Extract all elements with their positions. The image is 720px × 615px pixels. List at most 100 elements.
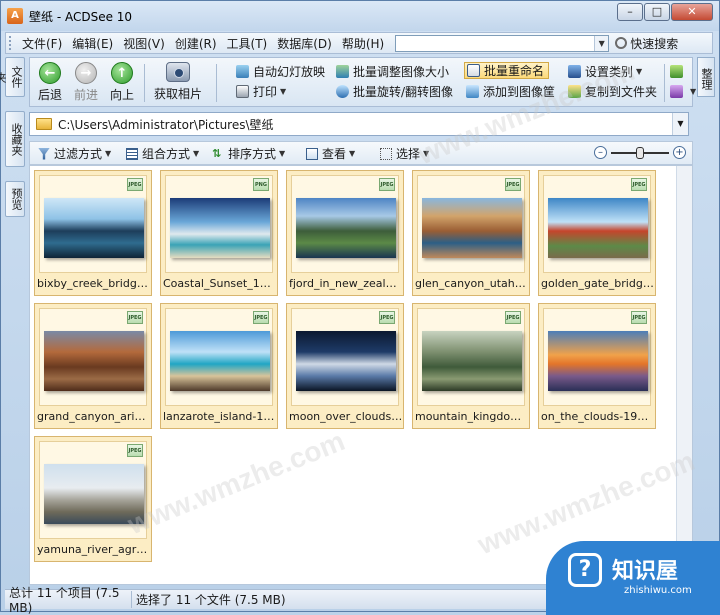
thumbnail-frame: JPEG — [417, 175, 525, 273]
forward-button[interactable]: → 前进 — [68, 62, 104, 103]
quick-search-button[interactable]: 快速搜索 — [615, 35, 678, 52]
file-type-badge: JPEG — [631, 311, 647, 324]
resize-icon — [336, 65, 349, 78]
file-thumbnail[interactable]: JPEG golden_gate_bridge_... — [538, 170, 656, 296]
forward-arrow-icon: → — [75, 62, 97, 84]
menu-file[interactable]: 文件(F) — [17, 35, 67, 52]
file-thumbnail[interactable]: JPEG lanzarote_island-192... — [160, 303, 278, 429]
side-tabs: 文件夹 收藏夹 预览 — [0, 57, 27, 221]
file-thumbnail[interactable]: PNG Coastal_Sunset_1920... — [160, 170, 278, 296]
batch-rename-button[interactable]: 批量重命名 — [464, 62, 550, 79]
file-type-badge: JPEG — [127, 311, 143, 324]
thumbnail-frame: PNG — [165, 175, 273, 273]
file-name: grand_canyon_arizo... — [37, 410, 151, 423]
thumbnail-image — [44, 331, 144, 391]
back-arrow-icon: ← — [39, 62, 61, 84]
menu-view[interactable]: 视图(V) — [118, 35, 170, 52]
file-thumbnail[interactable]: JPEG moon_over_clouds-... — [286, 303, 404, 429]
set-category-label: 设置类别 — [585, 65, 634, 79]
select-icon — [380, 147, 392, 160]
more-tools-button[interactable]: ▼ — [670, 83, 696, 100]
logo-title: 知识屋 — [612, 559, 679, 584]
batch-resize-label: 批量调整图像大小 — [353, 65, 450, 79]
search-dropdown-icon[interactable]: ▼ — [594, 35, 609, 51]
batch-rotate-button[interactable]: 批量旋转/翻转图像 — [336, 83, 453, 100]
basket-icon — [466, 85, 479, 98]
vertical-scrollbar[interactable] — [676, 166, 692, 584]
menu-tools[interactable]: 工具(T) — [222, 35, 273, 52]
menu-search-input[interactable]: ▼ — [395, 34, 610, 52]
thumbnail-image — [422, 198, 522, 258]
slideshow-label: 自动幻灯放映 — [253, 65, 326, 79]
add-to-basket-button[interactable]: 添加到图像筐 — [466, 83, 555, 100]
view-icon — [306, 147, 318, 160]
up-arrow-icon: ↑ — [111, 62, 133, 84]
chevron-down-icon: ▼ — [279, 149, 286, 158]
chevron-down-icon: ▼ — [280, 87, 287, 96]
up-button[interactable]: ↑ 向上 — [104, 62, 140, 103]
back-button[interactable]: ← 后退 — [32, 62, 68, 103]
zoom-slider[interactable]: – + — [594, 146, 686, 160]
acquire-button[interactable]: 获取相片 — [148, 62, 208, 102]
file-thumbnail[interactable]: JPEG yamuna_river_agra_i... — [34, 436, 152, 562]
chevron-down-icon: ▼ — [105, 149, 112, 158]
up-label: 向上 — [109, 88, 134, 102]
file-thumbnail[interactable]: JPEG on_the_clouds-1920x... — [538, 303, 656, 429]
tab-preview[interactable]: 预览 — [5, 181, 25, 217]
sort-button[interactable]: ⇅ 排序方式 ▼ — [212, 145, 285, 162]
thumbnail-image — [296, 198, 396, 258]
thumbnail-frame: JPEG — [39, 308, 147, 406]
tab-organize[interactable]: 整理 — [697, 57, 715, 97]
file-thumbnail[interactable]: JPEG bixby_creek_bridge_... — [34, 170, 152, 296]
menu-edit[interactable]: 编辑(E) — [67, 35, 118, 52]
camera-icon — [166, 62, 190, 82]
menu-database[interactable]: 数据库(D) — [272, 35, 337, 52]
file-type-badge: JPEG — [253, 311, 269, 324]
printer-icon — [236, 85, 249, 98]
close-button[interactable]: ✕ — [671, 3, 713, 21]
batch-rotate-label: 批量旋转/翻转图像 — [353, 85, 454, 99]
chevron-down-icon: ▼ — [423, 149, 430, 158]
batch-resize-button[interactable]: 批量调整图像大小 — [336, 63, 449, 80]
print-button[interactable]: 打印 ▼ — [236, 83, 286, 100]
file-thumbnail[interactable]: JPEG glen_canyon_utah-1... — [412, 170, 530, 296]
title-bar: A 壁纸 - ACDSee 10 – □ ✕ — [1, 1, 719, 31]
tab-favorites[interactable]: 收藏夹 — [5, 111, 25, 167]
menu-help[interactable]: 帮助(H) — [337, 35, 389, 52]
filter-button[interactable]: 过滤方式 ▼ — [38, 145, 111, 162]
file-name: bixby_creek_bridge_... — [37, 277, 151, 290]
slideshow-button[interactable]: 自动幻灯放映 — [236, 63, 325, 80]
print-label: 打印 — [253, 85, 278, 99]
thumbnail-frame: JPEG — [543, 308, 651, 406]
address-bar[interactable]: C:\Users\Administrator\Pictures\壁纸 ▼ — [29, 112, 689, 136]
acdsee-icon: A — [7, 8, 23, 24]
maximize-button[interactable]: □ — [644, 3, 670, 21]
file-type-badge: JPEG — [127, 178, 143, 191]
set-category-button[interactable]: 设置类别 ▼ — [568, 63, 642, 80]
address-path[interactable]: C:\Users\Administrator\Pictures\壁纸 — [58, 116, 274, 133]
file-list: JPEG bixby_creek_bridge_... PNG Coastal_Sun… — [29, 165, 693, 585]
zoom-in-icon[interactable]: + — [673, 146, 686, 159]
select-button[interactable]: 选择 ▼ — [380, 145, 429, 162]
zoom-out-icon[interactable]: – — [594, 146, 607, 159]
view-button[interactable]: 查看 ▼ — [306, 145, 355, 162]
address-dropdown-icon[interactable]: ▼ — [672, 113, 688, 135]
file-name: glen_canyon_utah-1... — [415, 277, 529, 290]
minimize-button[interactable]: – — [617, 3, 643, 21]
menu-create[interactable]: 创建(R) — [170, 35, 222, 52]
thumbnail-frame: JPEG — [417, 308, 525, 406]
zoom-thumb[interactable] — [636, 147, 644, 159]
edit-tool-button[interactable] — [670, 63, 687, 80]
rotate-icon — [336, 85, 349, 98]
copy-to-folder-button[interactable]: 复制到文件夹 — [568, 83, 657, 100]
menubar-grip[interactable] — [9, 36, 13, 50]
window-controls: – □ ✕ — [616, 3, 713, 21]
thumbnail-image — [44, 198, 144, 258]
file-name: fjord_in_new_zealan... — [289, 277, 403, 290]
file-thumbnail[interactable]: JPEG grand_canyon_arizo... — [34, 303, 152, 429]
tab-folders[interactable]: 文件夹 — [0, 57, 25, 97]
group-button[interactable]: 组合方式 ▼ — [126, 145, 199, 162]
file-thumbnail[interactable]: JPEG fjord_in_new_zealan... — [286, 170, 404, 296]
select-label: 选择 — [396, 147, 421, 161]
file-thumbnail[interactable]: JPEG mountain_kingdom-... — [412, 303, 530, 429]
